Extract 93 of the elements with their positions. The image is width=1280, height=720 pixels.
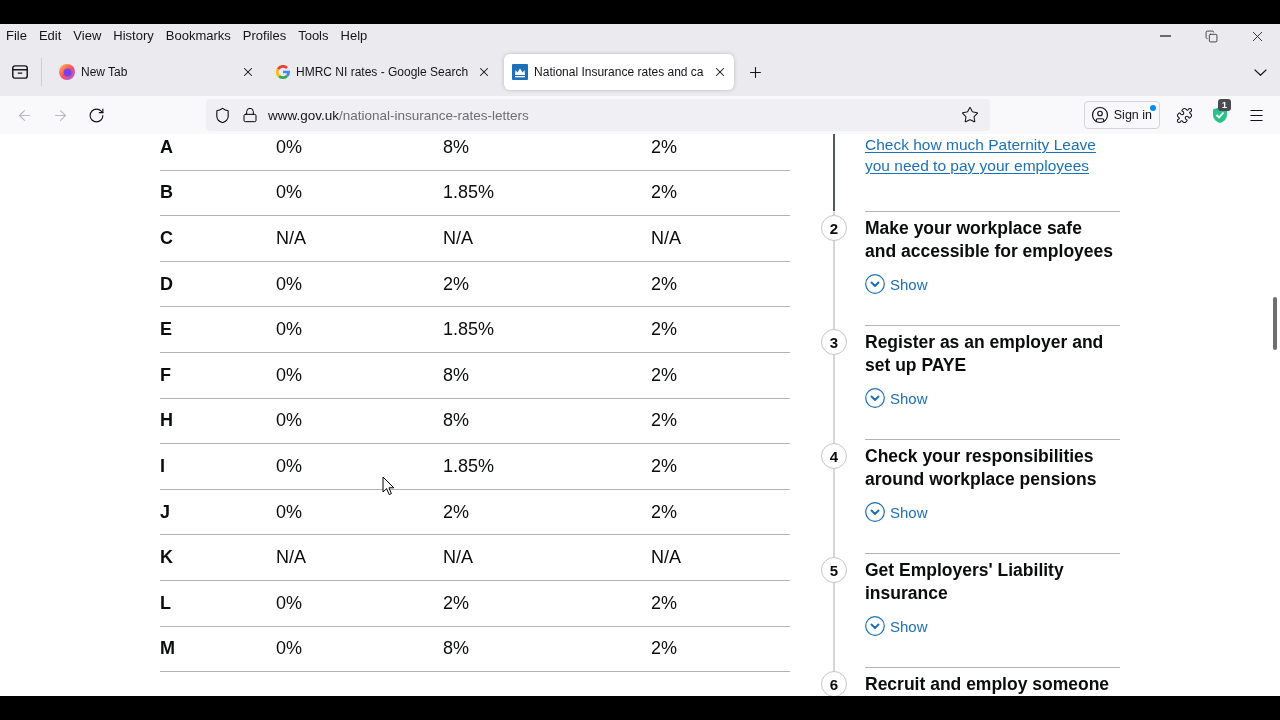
menu-item[interactable]: Profiles — [236, 26, 293, 46]
row-header-cell: J — [160, 501, 170, 523]
step-number: 2 — [821, 215, 847, 241]
tray-icon — [12, 65, 28, 79]
sign-in-button[interactable]: Sign in — [1083, 101, 1160, 129]
table-cell: 0% — [276, 455, 302, 477]
table-cell: 2% — [651, 319, 677, 341]
menu-item[interactable]: Tools — [292, 26, 335, 46]
crown-icon — [512, 64, 529, 80]
step-heading: Register as an employer and set up PAYE — [865, 331, 1105, 377]
row-header-cell: H — [160, 410, 173, 432]
table-cell: 0% — [276, 638, 302, 660]
table-cell: 0% — [276, 410, 302, 432]
menu-item[interactable]: Edit — [32, 26, 68, 46]
table-cell: 8% — [443, 410, 469, 432]
menu-item[interactable]: File — [0, 26, 33, 46]
row-header-cell: C — [160, 228, 173, 249]
browser-tab[interactable]: New Tab — [51, 54, 262, 90]
table-cell: 2% — [651, 592, 677, 614]
row-header-cell: E — [160, 319, 172, 341]
browser-tab[interactable]: National Insurance rates and ca — [504, 54, 734, 90]
table-cell: N/A — [651, 547, 681, 569]
show-toggle[interactable]: Show — [865, 387, 928, 409]
show-toggle[interactable]: Show — [865, 501, 928, 523]
table-cell: 8% — [443, 136, 469, 158]
url-text: www.gov.uk/national-insurance-rates-letters — [268, 107, 529, 123]
table-cell: 2% — [443, 592, 469, 614]
table-cell: 0% — [276, 592, 302, 614]
step-heading: Check your responsibilities around workplace pensions — [865, 445, 1098, 491]
step-number: 3 — [821, 329, 847, 355]
table-cell: 2% — [651, 364, 677, 386]
table-cell: 2% — [443, 501, 469, 523]
table-cell: 0% — [276, 364, 302, 386]
restore-icon — [1204, 29, 1218, 43]
show-toggle[interactable]: Show — [865, 615, 928, 637]
shield-icon — [214, 106, 231, 124]
star-icon — [961, 106, 979, 124]
table-cell: 2% — [651, 273, 677, 295]
row-header-cell: B — [160, 182, 173, 204]
step-heading: Make your workplace safe and accessible for employees — [865, 217, 1115, 263]
row-header-cell: F — [160, 364, 171, 386]
row-header-cell: L — [160, 592, 171, 614]
scrollbar-thumb[interactable] — [1273, 297, 1277, 350]
step-heading: Recruit and employ someone — [865, 673, 1111, 696]
table-cell: 2% — [651, 638, 677, 660]
browser-logo-icon — [59, 64, 75, 80]
table-cell: 2% — [651, 501, 677, 523]
account-icon — [1090, 106, 1109, 124]
step-number: 6 — [821, 671, 847, 696]
table-cell: N/A — [443, 228, 473, 249]
table-cell: 2% — [651, 455, 677, 477]
step-heading: Get Employers' Liability insurance — [865, 559, 1065, 605]
table-cell: 8% — [443, 638, 469, 660]
minimize-icon — [1159, 35, 1171, 37]
table-cell: 2% — [443, 273, 469, 295]
table-cell: N/A — [443, 547, 473, 569]
table-cell: N/A — [651, 228, 681, 249]
table-cell: 0% — [276, 319, 302, 341]
chevron-down-icon — [1253, 68, 1267, 76]
menu-item[interactable]: Help — [334, 26, 374, 46]
table-cell: 1.85% — [443, 319, 495, 341]
table-cell: 2% — [651, 136, 677, 158]
step-number: 4 — [821, 443, 847, 469]
menu-item[interactable]: Bookmarks — [159, 26, 237, 46]
table-cell: 8% — [443, 364, 469, 386]
count-badge: 1 — [1218, 99, 1231, 111]
table-cell: 0% — [276, 182, 302, 204]
row-header-cell: A — [160, 136, 173, 158]
table-cell: 0% — [276, 136, 302, 158]
table-cell: 2% — [651, 182, 677, 204]
mouse-pointer-icon — [382, 476, 395, 496]
show-toggle[interactable]: Show — [865, 273, 928, 295]
table-cell: 1.85% — [443, 455, 495, 477]
table-cell: N/A — [276, 547, 306, 569]
table-cell: 1.85% — [443, 182, 495, 204]
table-cell: 0% — [276, 273, 302, 295]
step-link[interactable]: Check how much Paternity Leave you need to pay your employees — [865, 134, 1105, 176]
row-header-cell: M — [160, 638, 175, 660]
step-number: 5 — [821, 557, 847, 583]
table-cell: N/A — [276, 228, 306, 249]
lock-icon — [242, 107, 258, 123]
address-field[interactable]: www.gov.uk/national-insurance-rates-letters — [206, 99, 990, 131]
browser-tab[interactable]: HMRC NI rates - Google Search — [268, 54, 499, 90]
puzzle-icon — [1175, 106, 1193, 124]
close-icon — [241, 65, 255, 79]
g-logo-icon — [276, 65, 290, 79]
table-cell: 2% — [651, 410, 677, 432]
menu-item[interactable]: View — [67, 26, 108, 46]
row-header-cell: K — [160, 547, 173, 569]
row-header-cell: I — [160, 455, 165, 477]
row-header-cell: D — [160, 273, 173, 295]
menu-item[interactable]: History — [107, 26, 160, 46]
table-cell: 0% — [276, 501, 302, 523]
